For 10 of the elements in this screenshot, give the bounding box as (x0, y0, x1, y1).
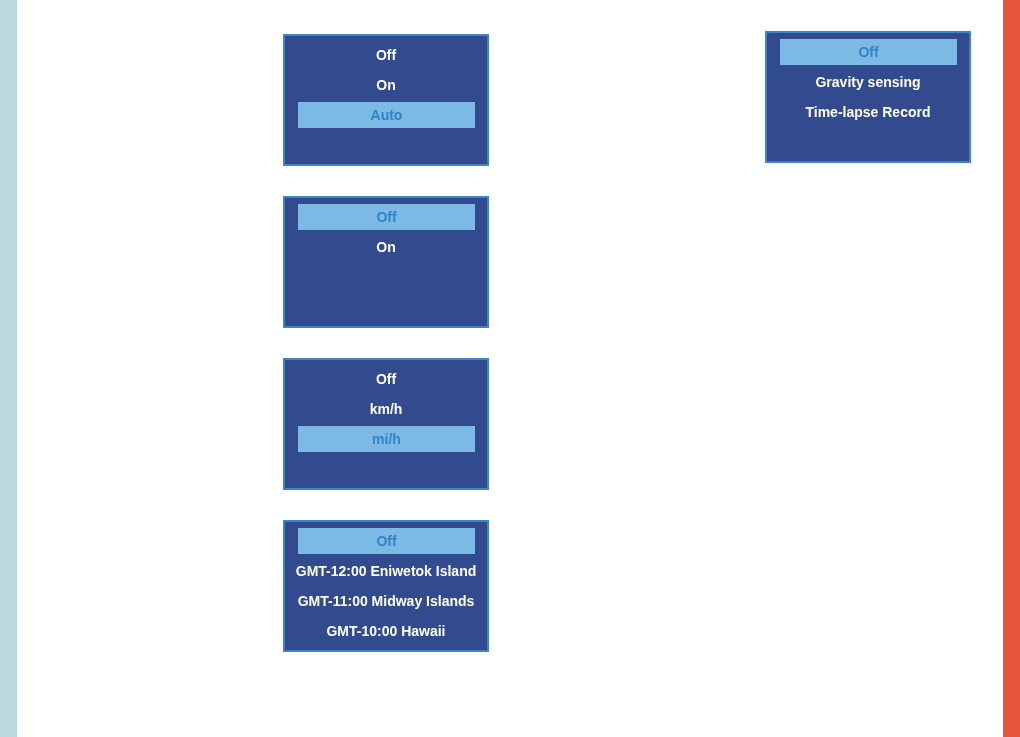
menu-option[interactable]: Off (375, 46, 397, 64)
menu-option[interactable]: GMT-10:00 Hawaii (326, 622, 446, 640)
menu-option[interactable]: Off (375, 370, 397, 388)
menu-option[interactable]: Gravity sensing (815, 73, 921, 91)
menu-option[interactable]: Time-lapse Record (805, 103, 931, 121)
menu-option[interactable]: GMT-12:00 Eniwetok Island (295, 562, 477, 580)
menu-option[interactable]: GMT-11:00 Midway Islands (297, 592, 475, 610)
menu-option[interactable]: On (376, 238, 396, 256)
menu-option[interactable]: On (376, 76, 396, 94)
menu-option[interactable]: km/h (369, 400, 403, 418)
